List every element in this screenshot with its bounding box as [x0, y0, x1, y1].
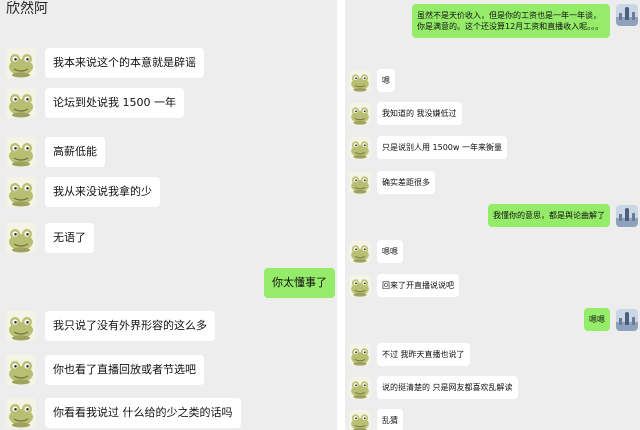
message-bubble: 我从来没说我拿的少 — [45, 177, 160, 207]
user-photo-avatar-icon[interactable] — [616, 204, 638, 227]
right-chat-panel: 虽然不是天价收入，但是你的工资也是一年一年谈，你是满意的。这个还没算12月工资和… — [345, 0, 640, 430]
message-bubble-outgoing: 嗯嗯 — [584, 308, 610, 331]
message-bubble: 嗯嗯 — [377, 240, 403, 263]
message-row: 不过 我昨天直播也说了 — [349, 343, 470, 366]
chat-title: 欣然阿 — [6, 1, 48, 17]
frog-avatar-icon[interactable] — [349, 409, 371, 430]
message-bubble: 说的挺清楚的 只是网友都喜欢乱解读 — [377, 376, 518, 399]
message-row: 嗯嗯 — [349, 240, 403, 263]
message-bubble: 论坛到处说我 1500 一年 — [45, 88, 184, 118]
message-bubble-outgoing: 我懂你的意思，都是舆论曲解了 — [488, 204, 610, 227]
message-bubble: 乱猜 — [377, 409, 403, 430]
message-bubble: 高薪低能 — [45, 137, 105, 167]
message-bubble: 我只说了没有外界形容的这么多 — [45, 311, 215, 341]
message-bubble: 回来了开直播说说吧 — [377, 274, 459, 297]
message-row: 我只说了没有外界形容的这么多 — [6, 311, 215, 341]
frog-avatar-icon[interactable] — [6, 398, 36, 428]
screenshot-stage: 欣然阿 我本来说这个的本意就是辟谣 论坛到处说我 1500 一年 高薪低能 我从… — [0, 0, 640, 430]
user-photo-avatar-icon[interactable] — [616, 308, 638, 331]
message-row: 只是说别人用 1500w 一年来衡量 — [349, 136, 507, 159]
frog-avatar-icon[interactable] — [6, 223, 36, 253]
message-row: 我本来说这个的本意就是辟谣 — [6, 48, 204, 78]
message-bubble-outgoing: 你太懂事了 — [264, 268, 335, 298]
message-row: 回来了开直播说说吧 — [349, 274, 459, 297]
message-bubble: 确实差距很多 — [377, 171, 435, 194]
message-bubble: 只是说别人用 1500w 一年来衡量 — [377, 136, 507, 159]
message-row: 嗯嗯 — [584, 308, 638, 331]
frog-avatar-icon[interactable] — [6, 355, 36, 385]
message-bubble: 我本来说这个的本意就是辟谣 — [45, 48, 204, 78]
message-row: 嗯 — [349, 69, 395, 92]
frog-avatar-icon[interactable] — [349, 102, 371, 125]
user-photo-avatar-icon[interactable] — [616, 4, 638, 26]
message-bubble: 你看看我说过 什么给的少之类的话吗 — [45, 398, 241, 428]
frog-avatar-icon[interactable] — [6, 311, 36, 341]
message-row: 你也看了直播回放或者节选吧 — [6, 355, 204, 385]
frog-avatar-icon[interactable] — [349, 376, 371, 399]
message-row: 我知道的 我没嫌低过 — [349, 102, 462, 125]
message-row: 我从来没说我拿的少 — [6, 177, 160, 207]
message-row: 虽然不是天价收入，但是你的工资也是一年一年谈，你是满意的。这个还没算12月工资和… — [412, 4, 638, 38]
message-row: 你太懂事了 — [264, 268, 335, 298]
frog-avatar-icon[interactable] — [349, 136, 371, 159]
message-row: 你看看我说过 什么给的少之类的话吗 — [6, 398, 241, 428]
frog-avatar-icon[interactable] — [349, 69, 371, 92]
frog-avatar-icon[interactable] — [6, 177, 36, 207]
message-bubble: 不过 我昨天直播也说了 — [377, 343, 470, 366]
frog-avatar-icon[interactable] — [349, 171, 371, 194]
message-bubble-outgoing: 虽然不是天价收入，但是你的工资也是一年一年谈，你是满意的。这个还没算12月工资和… — [412, 4, 610, 38]
message-row: 乱猜 — [349, 409, 403, 430]
frog-avatar-icon[interactable] — [349, 343, 371, 366]
left-chat-panel: 欣然阿 我本来说这个的本意就是辟谣 论坛到处说我 1500 一年 高薪低能 我从… — [0, 0, 337, 430]
frog-avatar-icon[interactable] — [349, 240, 371, 263]
message-row: 确实差距很多 — [349, 171, 435, 194]
message-bubble: 我知道的 我没嫌低过 — [377, 102, 462, 125]
message-row: 我懂你的意思，都是舆论曲解了 — [488, 204, 638, 227]
message-row: 无语了 — [6, 223, 94, 253]
message-row: 论坛到处说我 1500 一年 — [6, 88, 184, 118]
message-bubble: 嗯 — [377, 69, 395, 92]
frog-avatar-icon[interactable] — [6, 137, 36, 167]
message-bubble: 你也看了直播回放或者节选吧 — [45, 355, 204, 385]
message-row: 说的挺清楚的 只是网友都喜欢乱解读 — [349, 376, 518, 399]
message-row: 高薪低能 — [6, 137, 105, 167]
frog-avatar-icon[interactable] — [6, 48, 36, 78]
frog-avatar-icon[interactable] — [6, 88, 36, 118]
frog-avatar-icon[interactable] — [349, 274, 371, 297]
message-bubble: 无语了 — [45, 223, 94, 253]
